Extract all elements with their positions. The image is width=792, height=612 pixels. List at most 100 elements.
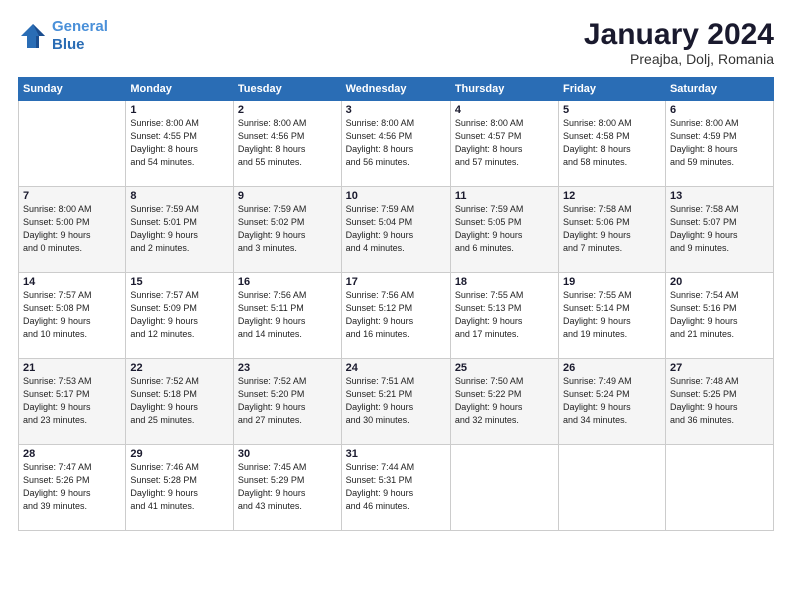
day-info: Sunrise: 7:57 AMSunset: 5:09 PMDaylight:… xyxy=(130,289,229,341)
calendar-cell: 7Sunrise: 8:00 AMSunset: 5:00 PMDaylight… xyxy=(19,187,126,273)
calendar-cell: 12Sunrise: 7:58 AMSunset: 5:06 PMDayligh… xyxy=(559,187,666,273)
calendar-cell xyxy=(559,445,666,531)
calendar-cell: 21Sunrise: 7:53 AMSunset: 5:17 PMDayligh… xyxy=(19,359,126,445)
day-info: Sunrise: 8:00 AMSunset: 4:56 PMDaylight:… xyxy=(238,117,337,169)
day-info: Sunrise: 8:00 AMSunset: 4:57 PMDaylight:… xyxy=(455,117,554,169)
col-sunday: Sunday xyxy=(19,78,126,101)
calendar-cell: 24Sunrise: 7:51 AMSunset: 5:21 PMDayligh… xyxy=(341,359,450,445)
day-number: 7 xyxy=(23,190,121,202)
calendar-cell: 19Sunrise: 7:55 AMSunset: 5:14 PMDayligh… xyxy=(559,273,666,359)
day-info: Sunrise: 7:54 AMSunset: 5:16 PMDaylight:… xyxy=(670,289,769,341)
logo-general: General xyxy=(52,18,108,35)
col-saturday: Saturday xyxy=(665,78,773,101)
calendar-cell: 9Sunrise: 7:59 AMSunset: 5:02 PMDaylight… xyxy=(233,187,341,273)
calendar-cell: 31Sunrise: 7:44 AMSunset: 5:31 PMDayligh… xyxy=(341,445,450,531)
day-info: Sunrise: 8:00 AMSunset: 4:55 PMDaylight:… xyxy=(130,117,229,169)
day-number: 25 xyxy=(455,362,554,374)
calendar: Sunday Monday Tuesday Wednesday Thursday… xyxy=(18,77,774,531)
day-number: 18 xyxy=(455,276,554,288)
day-number: 27 xyxy=(670,362,769,374)
calendar-cell: 1Sunrise: 8:00 AMSunset: 4:55 PMDaylight… xyxy=(126,101,234,187)
logo-blue: Blue xyxy=(52,36,85,53)
day-info: Sunrise: 7:57 AMSunset: 5:08 PMDaylight:… xyxy=(23,289,121,341)
day-info: Sunrise: 7:51 AMSunset: 5:21 PMDaylight:… xyxy=(346,375,446,427)
calendar-cell: 10Sunrise: 7:59 AMSunset: 5:04 PMDayligh… xyxy=(341,187,450,273)
calendar-cell: 29Sunrise: 7:46 AMSunset: 5:28 PMDayligh… xyxy=(126,445,234,531)
day-info: Sunrise: 7:44 AMSunset: 5:31 PMDaylight:… xyxy=(346,461,446,513)
calendar-cell: 28Sunrise: 7:47 AMSunset: 5:26 PMDayligh… xyxy=(19,445,126,531)
calendar-week-2: 7Sunrise: 8:00 AMSunset: 5:00 PMDaylight… xyxy=(19,187,774,273)
day-number: 4 xyxy=(455,104,554,116)
calendar-week-3: 14Sunrise: 7:57 AMSunset: 5:08 PMDayligh… xyxy=(19,273,774,359)
calendar-header: Sunday Monday Tuesday Wednesday Thursday… xyxy=(19,78,774,101)
calendar-cell xyxy=(450,445,558,531)
day-info: Sunrise: 7:55 AMSunset: 5:14 PMDaylight:… xyxy=(563,289,661,341)
day-info: Sunrise: 8:00 AMSunset: 4:58 PMDaylight:… xyxy=(563,117,661,169)
day-info: Sunrise: 7:55 AMSunset: 5:13 PMDaylight:… xyxy=(455,289,554,341)
day-number: 10 xyxy=(346,190,446,202)
day-info: Sunrise: 7:56 AMSunset: 5:11 PMDaylight:… xyxy=(238,289,337,341)
day-info: Sunrise: 7:59 AMSunset: 5:01 PMDaylight:… xyxy=(130,203,229,255)
logo-text: General Blue xyxy=(52,18,108,54)
calendar-week-1: 1Sunrise: 8:00 AMSunset: 4:55 PMDaylight… xyxy=(19,101,774,187)
calendar-body: 1Sunrise: 8:00 AMSunset: 4:55 PMDaylight… xyxy=(19,101,774,531)
col-friday: Friday xyxy=(559,78,666,101)
day-info: Sunrise: 8:00 AMSunset: 4:59 PMDaylight:… xyxy=(670,117,769,169)
col-thursday: Thursday xyxy=(450,78,558,101)
calendar-cell: 18Sunrise: 7:55 AMSunset: 5:13 PMDayligh… xyxy=(450,273,558,359)
day-info: Sunrise: 7:52 AMSunset: 5:18 PMDaylight:… xyxy=(130,375,229,427)
day-info: Sunrise: 7:59 AMSunset: 5:02 PMDaylight:… xyxy=(238,203,337,255)
day-info: Sunrise: 7:50 AMSunset: 5:22 PMDaylight:… xyxy=(455,375,554,427)
month-title: January 2024 xyxy=(584,18,774,51)
day-number: 12 xyxy=(563,190,661,202)
day-info: Sunrise: 7:56 AMSunset: 5:12 PMDaylight:… xyxy=(346,289,446,341)
title-block: January 2024 Preajba, Dolj, Romania xyxy=(584,18,774,67)
day-info: Sunrise: 7:58 AMSunset: 5:06 PMDaylight:… xyxy=(563,203,661,255)
day-number: 16 xyxy=(238,276,337,288)
day-number: 5 xyxy=(563,104,661,116)
day-number: 20 xyxy=(670,276,769,288)
day-number: 19 xyxy=(563,276,661,288)
col-monday: Monday xyxy=(126,78,234,101)
header: General Blue January 2024 Preajba, Dolj,… xyxy=(18,18,774,67)
day-number: 13 xyxy=(670,190,769,202)
day-number: 31 xyxy=(346,448,446,460)
day-number: 24 xyxy=(346,362,446,374)
day-number: 14 xyxy=(23,276,121,288)
calendar-cell: 5Sunrise: 8:00 AMSunset: 4:58 PMDaylight… xyxy=(559,101,666,187)
day-number: 29 xyxy=(130,448,229,460)
day-number: 28 xyxy=(23,448,121,460)
calendar-cell: 26Sunrise: 7:49 AMSunset: 5:24 PMDayligh… xyxy=(559,359,666,445)
day-info: Sunrise: 7:52 AMSunset: 5:20 PMDaylight:… xyxy=(238,375,337,427)
day-number: 21 xyxy=(23,362,121,374)
calendar-cell: 27Sunrise: 7:48 AMSunset: 5:25 PMDayligh… xyxy=(665,359,773,445)
day-number: 9 xyxy=(238,190,337,202)
col-wednesday: Wednesday xyxy=(341,78,450,101)
calendar-cell: 16Sunrise: 7:56 AMSunset: 5:11 PMDayligh… xyxy=(233,273,341,359)
calendar-cell: 3Sunrise: 8:00 AMSunset: 4:56 PMDaylight… xyxy=(341,101,450,187)
calendar-cell: 4Sunrise: 8:00 AMSunset: 4:57 PMDaylight… xyxy=(450,101,558,187)
calendar-cell: 20Sunrise: 7:54 AMSunset: 5:16 PMDayligh… xyxy=(665,273,773,359)
logo: General Blue xyxy=(18,18,108,54)
day-number: 15 xyxy=(130,276,229,288)
day-info: Sunrise: 7:58 AMSunset: 5:07 PMDaylight:… xyxy=(670,203,769,255)
calendar-cell xyxy=(19,101,126,187)
day-number: 17 xyxy=(346,276,446,288)
calendar-cell: 23Sunrise: 7:52 AMSunset: 5:20 PMDayligh… xyxy=(233,359,341,445)
day-info: Sunrise: 7:59 AMSunset: 5:05 PMDaylight:… xyxy=(455,203,554,255)
calendar-cell: 2Sunrise: 8:00 AMSunset: 4:56 PMDaylight… xyxy=(233,101,341,187)
location: Preajba, Dolj, Romania xyxy=(584,51,774,67)
calendar-cell: 13Sunrise: 7:58 AMSunset: 5:07 PMDayligh… xyxy=(665,187,773,273)
day-info: Sunrise: 7:53 AMSunset: 5:17 PMDaylight:… xyxy=(23,375,121,427)
day-number: 22 xyxy=(130,362,229,374)
calendar-week-5: 28Sunrise: 7:47 AMSunset: 5:26 PMDayligh… xyxy=(19,445,774,531)
day-number: 30 xyxy=(238,448,337,460)
day-number: 3 xyxy=(346,104,446,116)
calendar-cell: 8Sunrise: 7:59 AMSunset: 5:01 PMDaylight… xyxy=(126,187,234,273)
day-number: 11 xyxy=(455,190,554,202)
day-number: 8 xyxy=(130,190,229,202)
calendar-cell: 6Sunrise: 8:00 AMSunset: 4:59 PMDaylight… xyxy=(665,101,773,187)
calendar-cell: 30Sunrise: 7:45 AMSunset: 5:29 PMDayligh… xyxy=(233,445,341,531)
day-number: 1 xyxy=(130,104,229,116)
calendar-cell: 22Sunrise: 7:52 AMSunset: 5:18 PMDayligh… xyxy=(126,359,234,445)
